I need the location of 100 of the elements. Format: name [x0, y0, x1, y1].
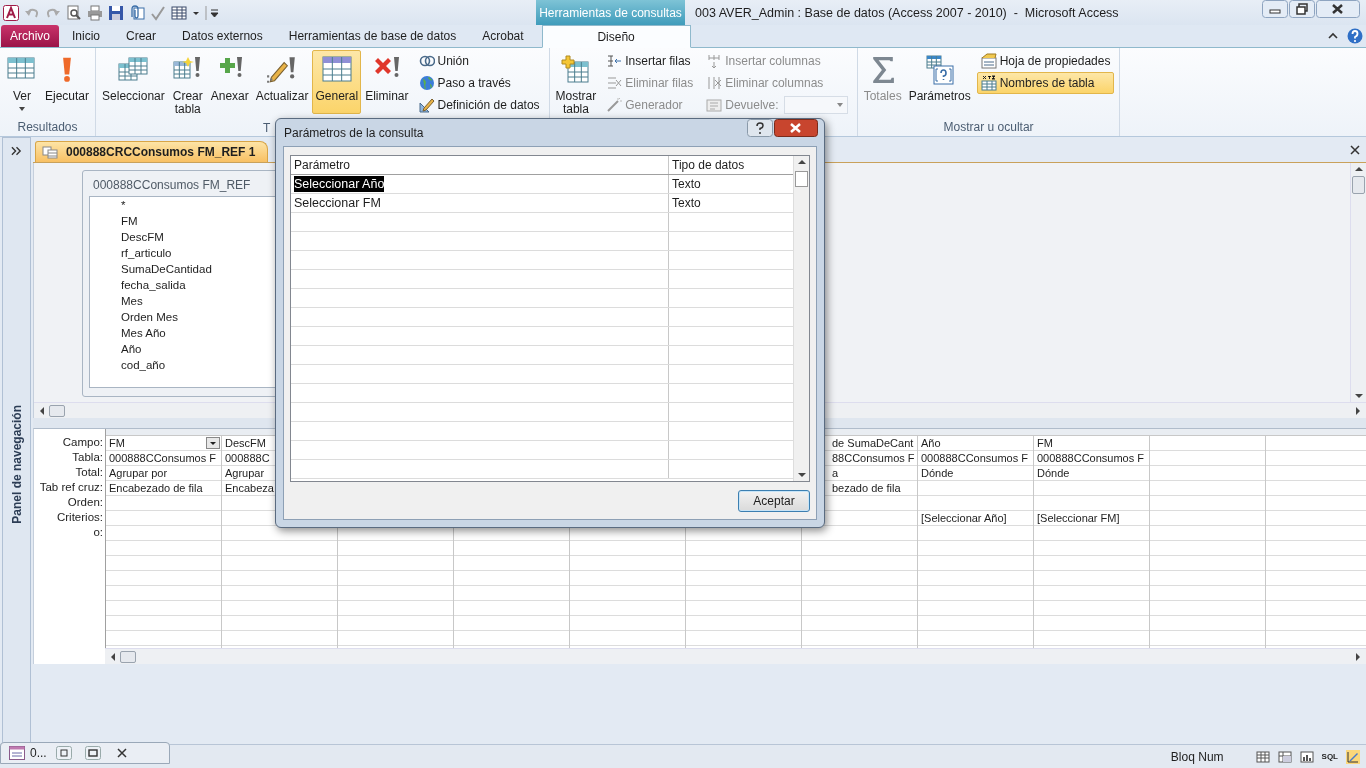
contextual-tab-label: Herramientas de consultas — [539, 5, 682, 20]
grid-cell[interactable]: FM — [1034, 436, 1149, 451]
ribbon-button[interactable]: Parámetros — [905, 50, 974, 114]
parameters-icon — [923, 54, 956, 86]
grid-cell[interactable]: 000888CConsumos F — [1034, 451, 1149, 466]
document-tab[interactable]: 000888CRCConsumos FM_REF 1 — [35, 141, 269, 162]
ok-button[interactable]: Aceptar — [738, 489, 810, 512]
form-icon — [9, 745, 25, 760]
data-type-cell[interactable]: Texto — [669, 175, 793, 193]
grid-cell[interactable]: Año — [918, 436, 1033, 451]
row-label: o: — [93, 525, 103, 540]
table-plus-icon — [559, 54, 592, 86]
ribbon-button[interactable]: Hoja de propiedades — [976, 50, 1115, 72]
close-icon[interactable] — [774, 119, 818, 137]
ribbon-button[interactable]: Ejecutar — [42, 50, 93, 114]
datasheet-icon[interactable] — [171, 4, 187, 21]
help-icon[interactable] — [1347, 28, 1363, 44]
scroll-left-icon[interactable] — [109, 651, 117, 662]
globe-icon — [418, 75, 435, 91]
ribbon-button[interactable]: Actualizar — [252, 50, 312, 114]
help-icon[interactable] — [747, 119, 773, 137]
query-icon — [42, 144, 58, 160]
design-view-icon[interactable] — [1346, 749, 1360, 764]
ribbon-tab[interactable]: Crear — [113, 25, 170, 47]
ribbon-button[interactable]: Nombres de tabla — [976, 72, 1115, 94]
ribbon-button[interactable]: Ver — [3, 50, 41, 116]
ribbon-button[interactable]: Crear tabla — [168, 50, 207, 120]
rings-icon — [418, 53, 435, 69]
grid-cell[interactable]: [Seleccionar Año] — [918, 511, 1033, 526]
ruler-pencil-icon — [418, 97, 435, 113]
attachment-icon[interactable] — [129, 4, 145, 21]
maximize-icon[interactable] — [84, 745, 101, 760]
pivot-table-view-icon[interactable] — [1277, 749, 1292, 764]
data-type-cell[interactable]: Texto — [669, 194, 793, 212]
scroll-down-icon[interactable] — [796, 471, 807, 479]
wand-icon — [606, 97, 623, 113]
caret-icon — [18, 106, 26, 112]
ribbon-tab[interactable]: Diseño — [541, 25, 691, 48]
sigma-icon — [870, 54, 895, 86]
scroll-right-icon[interactable] — [1354, 405, 1362, 416]
grid-cell[interactable]: Dónde — [1034, 466, 1149, 481]
ribbon-button[interactable]: Unión — [414, 50, 544, 72]
sql-view-button[interactable]: SQL — [1321, 749, 1338, 764]
pivot-chart-view-icon[interactable] — [1299, 749, 1314, 764]
grid-cell[interactable]: 000888CConsumos F — [918, 451, 1033, 466]
scroll-left-icon[interactable] — [38, 405, 46, 416]
group-label: T — [263, 121, 271, 135]
grid-cell[interactable]: Encabezado de fila — [106, 481, 221, 496]
scroll-right-icon[interactable] — [1354, 651, 1362, 662]
ribbon-tab[interactable]: Herramientas de base de datos — [275, 25, 470, 47]
scroll-up-icon[interactable] — [1353, 165, 1364, 173]
scrollbar-thumb[interactable] — [795, 171, 808, 187]
close-icon[interactable] — [1316, 0, 1360, 18]
horizontal-scrollbar[interactable] — [105, 648, 1366, 664]
print-preview-icon[interactable] — [66, 4, 82, 21]
dropdown-icon[interactable] — [206, 437, 220, 449]
vertical-scrollbar[interactable] — [1350, 163, 1366, 402]
customize-icon[interactable] — [205, 4, 221, 21]
row-label: Tabla: — [72, 450, 103, 465]
row-label: Total: — [75, 465, 103, 480]
grid-cell[interactable]: Agrupar por — [106, 466, 221, 481]
scrollbar-thumb[interactable] — [1352, 176, 1365, 194]
print-icon[interactable] — [87, 4, 103, 21]
app-icon[interactable] — [3, 4, 19, 21]
vertical-scrollbar[interactable] — [793, 156, 809, 481]
scrollbar-thumb[interactable] — [49, 404, 65, 417]
ribbon-button[interactable]: Anexar — [207, 50, 252, 114]
parameter-name[interactable]: Seleccionar Año — [294, 176, 385, 192]
ribbon-tab[interactable]: Inicio — [59, 25, 114, 47]
window-title: 003 AVER_Admin : Base de datos (Access 2007 - 2010) - Microsoft Access — [695, 5, 1119, 20]
expand-icon[interactable] — [11, 146, 22, 156]
datasheet-view-icon[interactable] — [1255, 749, 1270, 764]
restore-icon[interactable] — [1289, 0, 1315, 18]
minimized-window[interactable]: 0... — [0, 741, 170, 764]
row-label: Criterios: — [57, 510, 103, 525]
row-label: Orden: — [67, 495, 103, 510]
return-icon — [706, 97, 723, 113]
scroll-up-icon[interactable] — [796, 158, 807, 166]
ribbon-button[interactable]: Eliminar — [362, 50, 412, 114]
grid-cell[interactable]: 000888CConsumos F — [106, 451, 221, 466]
column-header: Parámetro — [291, 156, 669, 174]
ribbon-tab[interactable]: Acrobat — [469, 25, 537, 47]
navigation-pane[interactable]: Panel de navegación — [2, 137, 31, 744]
ribbon-button[interactable]: Definición de datos — [414, 94, 544, 116]
ribbon-button[interactable]: General — [312, 50, 362, 114]
ribbon-button[interactable]: Insertar filas — [602, 50, 698, 72]
caret-icon — [835, 102, 844, 108]
save-icon[interactable] — [108, 4, 124, 21]
ribbon-button[interactable]: Seleccionar — [99, 50, 168, 114]
table-names-icon — [980, 75, 997, 91]
dialog-title: Parámetros de la consulta — [283, 125, 424, 140]
ribbon-tab[interactable]: Archivo — [1, 25, 59, 47]
ribbon-button[interactable]: Paso a través — [414, 72, 544, 94]
scroll-down-icon[interactable] — [1353, 392, 1364, 400]
close-icon[interactable] — [1350, 145, 1360, 155]
grid-cell[interactable]: Dónde — [918, 466, 1033, 481]
scrollbar-thumb[interactable] — [120, 650, 136, 663]
grid-cell[interactable]: FM — [106, 436, 221, 451]
ribbon-tab[interactable]: Datos externos — [169, 25, 276, 47]
grid-cell[interactable]: [Seleccionar FM] — [1034, 511, 1149, 526]
